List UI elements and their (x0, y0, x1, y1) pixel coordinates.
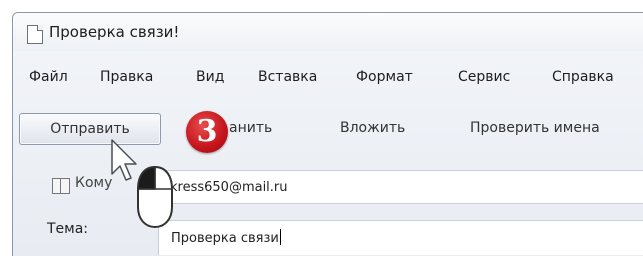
to-field-value: kress650@mail.ru (170, 180, 288, 195)
menu-item-help[interactable]: Справка (552, 69, 614, 85)
subject-label: Тема: (47, 221, 89, 237)
toolbar: Отправить анить Вложить Проверить имена (0, 110, 643, 150)
menu-item-insert[interactable]: Вставка (258, 69, 317, 85)
menu-item-edit[interactable]: Правка (100, 69, 153, 85)
check-names-button[interactable]: Проверить имена (470, 113, 600, 143)
menu-item-view[interactable]: Вид (196, 69, 224, 85)
save-button[interactable]: анить (229, 113, 272, 143)
title-bar: Проверка связи! (13, 13, 643, 51)
address-book-icon[interactable] (52, 178, 70, 194)
to-button[interactable]: Кому (75, 175, 112, 191)
document-icon (27, 25, 43, 44)
mouse-left-click-icon (137, 165, 173, 229)
subject-field-value: Проверка связи (171, 229, 281, 246)
text-caret (279, 229, 281, 245)
step-number-badge: 3 (186, 111, 228, 153)
menu-item-format[interactable]: Формат (356, 69, 413, 85)
menu-item-file[interactable]: Файл (29, 69, 68, 85)
subject-text: Проверка связи (171, 231, 279, 246)
menu-bar: Файл Правка Вид Вставка Формат Сервис Сп… (0, 69, 643, 97)
window-title: Проверка связи! (49, 23, 180, 41)
attach-button[interactable]: Вложить (340, 113, 405, 143)
menu-item-tools[interactable]: Сервис (458, 69, 510, 85)
